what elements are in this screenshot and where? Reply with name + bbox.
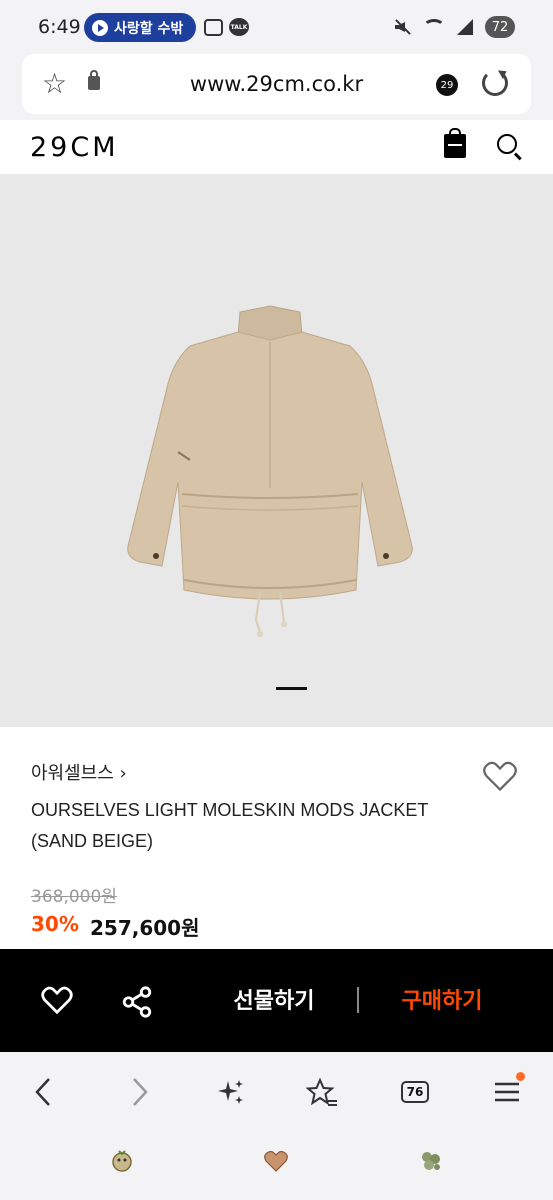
sparkle-icon <box>218 1080 243 1104</box>
back-icon <box>35 1078 50 1106</box>
product-image-carousel[interactable] <box>0 174 553 727</box>
media-pill[interactable]: 사랑할 수밖 <box>84 13 196 42</box>
system-nav-area <box>0 1128 553 1200</box>
carousel-indicator <box>276 687 307 690</box>
status-bar: 6:49 사랑할 수밖 TALK 72 <box>0 0 553 52</box>
status-icons: 72 <box>393 16 515 38</box>
jacket-image <box>127 305 413 637</box>
mute-icon <box>393 18 411 36</box>
forward-icon <box>133 1078 148 1106</box>
notification-dot <box>516 1072 525 1081</box>
tabs-button[interactable]: 76 <box>395 1072 435 1112</box>
ai-button[interactable] <box>211 1072 251 1112</box>
battery-indicator: 72 <box>485 16 515 38</box>
menu-icon <box>495 1082 519 1102</box>
back-button[interactable] <box>24 1072 64 1112</box>
menu-button[interactable] <box>487 1072 527 1112</box>
discount-rate: 30% <box>31 912 79 936</box>
reload-icon[interactable] <box>482 70 508 96</box>
purchase-action-bar: 선물하기 구매하기 <box>0 949 553 1052</box>
heart-icon[interactable] <box>40 985 74 1015</box>
media-play-icon <box>92 19 108 36</box>
search-icon[interactable] <box>497 134 517 154</box>
share-icon[interactable] <box>120 985 154 1019</box>
back-gesture-icon[interactable] <box>418 1148 444 1174</box>
talk-icon: TALK <box>229 18 249 36</box>
tabs-icon: 76 <box>401 1081 429 1103</box>
wifi-icon <box>423 19 445 35</box>
shopping-bag-icon[interactable] <box>444 128 466 158</box>
screen-record-icon <box>204 19 223 36</box>
brand-name[interactable]: 아워셀브스 <box>31 763 114 784</box>
favorites-icon <box>306 1077 337 1106</box>
media-pill-label: 사랑할 수밖 <box>114 20 184 37</box>
wishlist-heart-icon[interactable] <box>482 759 518 793</box>
product-info: 아워셀브스 › OURSELVES LIGHT MOLESKIN MODS JA… <box>0 727 553 949</box>
original-price: 368,000원 <box>31 887 117 907</box>
home-heart-icon[interactable] <box>263 1148 289 1174</box>
forward-button[interactable] <box>119 1072 159 1112</box>
buy-button[interactable]: 구매하기 <box>368 983 516 1015</box>
site-header: 29CM <box>0 120 553 174</box>
site-badge[interactable]: 29 <box>436 74 458 96</box>
favorites-button[interactable] <box>302 1072 342 1112</box>
url-bar[interactable]: ☆ www.29cm.co.kr 29 <box>22 54 531 114</box>
action-divider <box>357 987 359 1013</box>
brand-link[interactable]: 아워셀브스 › <box>31 759 127 785</box>
browser-bottom-nav: 76 <box>0 1052 553 1128</box>
chevron-right-icon: › <box>119 763 127 784</box>
site-logo[interactable]: 29CM <box>30 132 119 163</box>
sale-price: 257,600원 <box>90 916 200 940</box>
signal-icon <box>457 19 473 35</box>
recent-apps-icon[interactable] <box>109 1148 135 1174</box>
status-time: 6:49 <box>38 16 81 38</box>
product-name: OURSELVES LIGHT MOLESKIN MODS JACKET (SA… <box>31 800 429 851</box>
gift-button[interactable]: 선물하기 <box>200 983 348 1015</box>
